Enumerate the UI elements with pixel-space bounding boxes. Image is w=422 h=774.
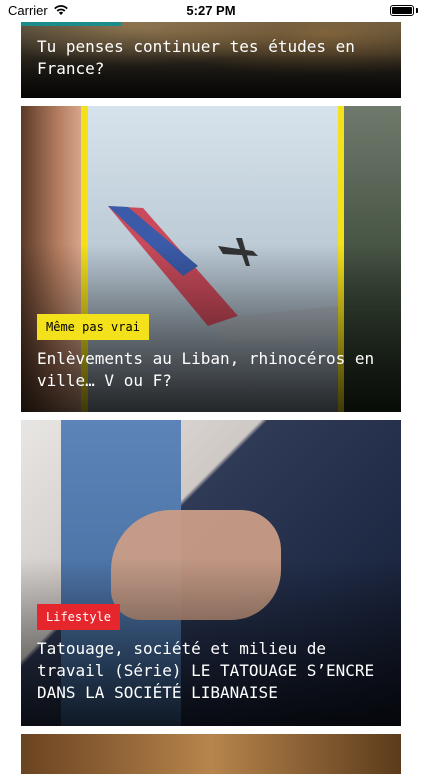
- article-title: Tatouage, société et milieu de travail (…: [37, 639, 375, 702]
- article-card[interactable]: Tu penses continuer tes études en France…: [21, 18, 401, 98]
- status-time: 5:27 PM: [186, 3, 236, 18]
- article-card[interactable]: Même pas vrai Enlèvements au Liban, rhin…: [21, 106, 401, 412]
- category-badge[interactable]: Même pas vrai: [37, 314, 149, 340]
- article-card[interactable]: Lifestyle Tatouage, société et milieu de…: [21, 420, 401, 726]
- battery-level: [392, 7, 412, 14]
- category-badge[interactable]: Lifestyle: [37, 604, 121, 630]
- article-card[interactable]: [21, 734, 401, 774]
- article-title: Enlèvements au Liban, rhinocéros en vill…: [37, 349, 375, 390]
- article-title: Tu penses continuer tes études en France…: [37, 37, 355, 78]
- battery-tip: [416, 8, 418, 13]
- battery-icon: [390, 5, 414, 16]
- status-bar: Carrier 5:27 PM: [0, 0, 422, 22]
